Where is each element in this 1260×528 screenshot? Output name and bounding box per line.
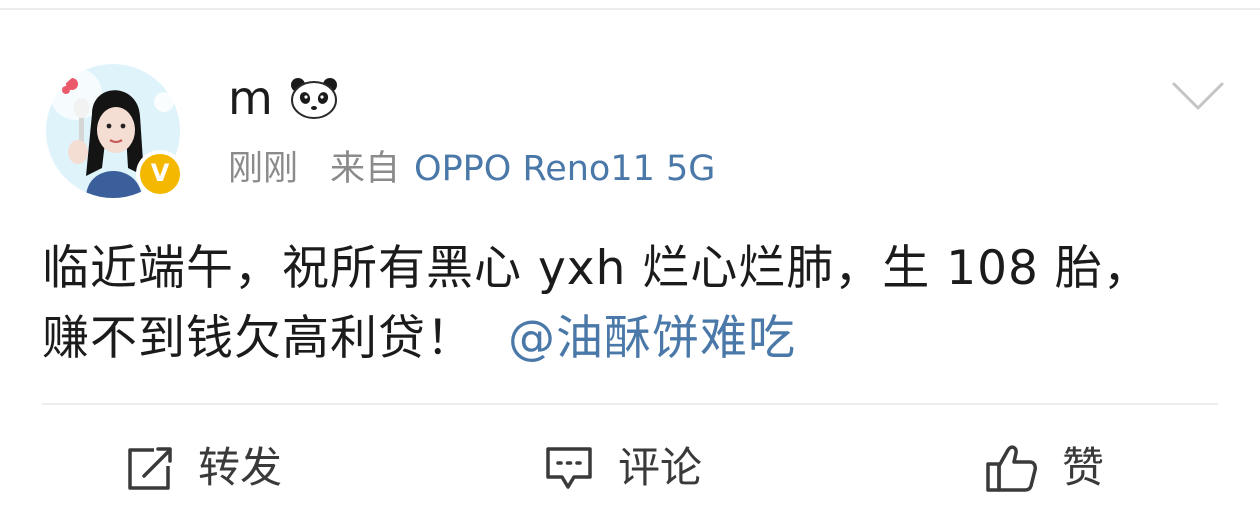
comment-button[interactable]: 评论 <box>542 436 702 500</box>
actions-divider <box>42 403 1218 405</box>
mention-link[interactable]: @油酥饼难吃 <box>508 311 796 366</box>
username-row[interactable]: m <box>228 68 340 128</box>
verified-badge: V <box>136 150 184 198</box>
repost-button[interactable]: 转发 <box>124 436 282 500</box>
post-source-prefix: 来自 <box>330 148 401 189</box>
like-button[interactable]: 赞 <box>984 436 1104 500</box>
top-divider <box>0 8 1260 10</box>
post-device-link[interactable]: OPPO Reno11 5G <box>414 151 715 187</box>
username[interactable]: m <box>228 75 274 121</box>
panda-icon <box>290 78 337 119</box>
like-label: 赞 <box>1062 443 1105 492</box>
post-text-line-2-body: 赚不到钱欠高利贷！ <box>42 311 474 366</box>
comment-label: 评论 <box>618 443 703 492</box>
weibo-post-card: V m 刚刚 来自 OPPO Reno11 5G 临近端午，祝所有黑心 yxh … <box>0 0 1260 528</box>
post-text-line-1: 临近端午，祝所有黑心 yxh 烂心烂肺，生 108 胎， <box>42 241 1151 296</box>
verified-badge-mark: V <box>150 159 170 187</box>
comment-icon <box>546 447 592 489</box>
post-time: 刚刚 <box>228 148 299 189</box>
repost-label: 转发 <box>198 443 283 492</box>
chevron-down-icon[interactable] <box>1170 78 1226 114</box>
repost-icon <box>128 447 172 490</box>
post-meta: 刚刚 来自 OPPO Reno11 5G <box>228 144 715 194</box>
post-text: 临近端午，祝所有黑心 yxh 烂心烂肺，生 108 胎， 赚不到钱欠高利贷！ @油… <box>42 234 1222 374</box>
thumbs-up-icon <box>986 445 1037 492</box>
post-text-line-2: 赚不到钱欠高利贷！ @油酥饼难吃 <box>42 304 1222 374</box>
